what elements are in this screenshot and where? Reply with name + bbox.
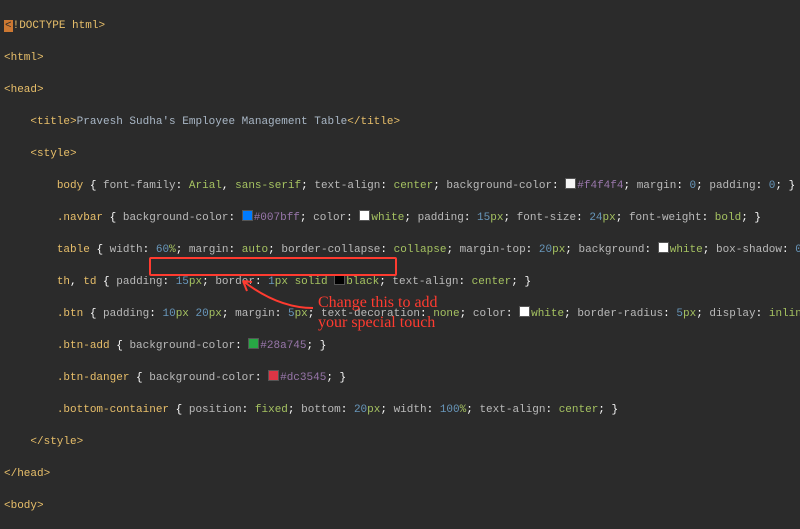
code-line: .btn-add { background-color: #28a745; } (4, 338, 800, 354)
code-editor[interactable]: <!DOCTYPE html> <html> <head> <title>Pra… (0, 0, 800, 529)
color-swatch-icon (334, 274, 345, 285)
code-line: th, td { padding: 15px; border: 1px soli… (4, 274, 800, 290)
color-swatch-icon (268, 370, 279, 381)
code-line: .bottom-container { position: fixed; bot… (4, 402, 800, 418)
code-line: .btn-danger { background-color: #dc3545;… (4, 370, 800, 386)
code-line: <html> (4, 50, 800, 66)
color-swatch-icon (359, 210, 370, 221)
code-line: <title>Pravesh Sudha's Employee Manageme… (4, 114, 800, 130)
code-line: body { font-family: Arial, sans-serif; t… (4, 178, 800, 194)
color-swatch-icon (658, 242, 669, 253)
code-line: <style> (4, 146, 800, 162)
code-line: table { width: 60%; margin: auto; border… (4, 242, 800, 258)
code-line: </style> (4, 434, 800, 450)
color-swatch-icon (248, 338, 259, 349)
color-swatch-icon (242, 210, 253, 221)
code-line: .btn { padding: 10px 20px; margin: 5px; … (4, 306, 800, 322)
code-line: </head> (4, 466, 800, 482)
code-line: <!DOCTYPE html> (4, 18, 800, 34)
color-swatch-icon (519, 306, 530, 317)
code-line: <body> (4, 498, 800, 514)
code-line: .navbar { background-color: #007bff; col… (4, 210, 800, 226)
code-line: <head> (4, 82, 800, 98)
color-swatch-icon (565, 178, 576, 189)
